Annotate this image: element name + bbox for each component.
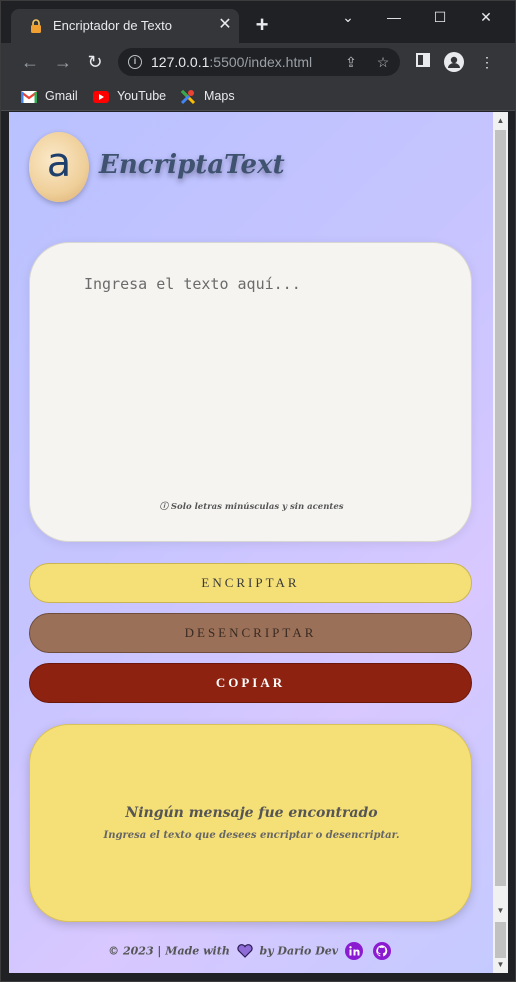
browser-window: Encriptador de Texto ✕ + ⌄ — ☐ ✕ ← → ↻ i… [0, 0, 516, 982]
bookmarks-bar: Gmail YouTube Maps [1, 81, 515, 111]
scroll-up-arrow-icon[interactable]: ▲ [496, 116, 505, 125]
lock-favicon-icon [31, 19, 41, 33]
input-hint: ⓘ Solo letras minúsculas y sin acentes [159, 502, 344, 512]
page-scrollbar[interactable]: ▲ ▼ ▼ [493, 112, 508, 973]
encrypt-button[interactable]: ENCRIPTAR [29, 563, 472, 603]
scrollbar-track-lower[interactable] [495, 922, 506, 958]
side-panel-icon[interactable] [413, 52, 433, 72]
back-arrow-icon[interactable]: ← [19, 51, 41, 73]
gmail-icon [21, 90, 37, 103]
site-info-icon[interactable]: i [128, 55, 142, 69]
bookmark-youtube[interactable]: YouTube [93, 87, 166, 105]
minimize-button[interactable]: — [371, 5, 417, 29]
address-bar[interactable]: i 127.0.0.1:5500/index.html ⇪ ☆ [118, 48, 400, 76]
share-icon[interactable]: ⇪ [342, 53, 360, 71]
linkedin-icon[interactable] [345, 942, 363, 960]
bookmark-maps[interactable]: Maps [180, 87, 235, 105]
youtube-icon [93, 90, 109, 103]
bookmark-gmail[interactable]: Gmail [21, 87, 78, 105]
logo-badge: a [29, 132, 89, 202]
copy-button[interactable]: COPIAR [29, 663, 472, 703]
tab-search-icon[interactable]: ⌄ [325, 5, 371, 29]
maps-icon [180, 89, 196, 104]
new-tab-button[interactable]: + [252, 14, 272, 36]
github-icon[interactable] [372, 942, 391, 960]
reload-icon[interactable]: ↻ [84, 51, 106, 73]
forward-arrow-icon[interactable]: → [52, 51, 74, 73]
input-card: ⓘ Solo letras minúsculas y sin acentes [29, 242, 472, 542]
close-window-button[interactable]: ✕ [463, 5, 509, 29]
page-viewport: a EncriptaText ⓘ Solo letras minúsculas … [9, 112, 493, 973]
menu-kebab-icon[interactable]: ⋮ [477, 52, 497, 72]
scroll-down-arrow-icon-2[interactable]: ▼ [496, 960, 505, 969]
close-tab-icon[interactable]: ✕ [216, 16, 234, 34]
footer-prefix: © 2023 | Made with [108, 944, 230, 958]
profile-avatar-icon[interactable] [444, 52, 464, 72]
tab-title: Encriptador de Texto [53, 18, 172, 33]
scrollbar-thumb[interactable] [495, 130, 506, 886]
footer-suffix: by Dario Dev [259, 944, 339, 958]
maximize-button[interactable]: ☐ [417, 5, 463, 29]
url-text: 127.0.0.1:5500/index.html [151, 54, 313, 70]
result-card: Ningún mensaje fue encontrado Ingresa el… [29, 724, 472, 922]
scroll-down-arrow-icon[interactable]: ▼ [496, 906, 505, 915]
browser-toolbar: ← → ↻ i 127.0.0.1:5500/index.html ⇪ ☆ ⋮ [1, 43, 515, 81]
footer: © 2023 | Made with by Dario Dev [9, 942, 493, 960]
decrypt-button[interactable]: DESENCRIPTAR [29, 613, 472, 653]
bookmark-star-icon[interactable]: ☆ [374, 53, 392, 71]
logo-letter: a [46, 140, 72, 186]
tab-strip: Encriptador de Texto ✕ + ⌄ — ☐ ✕ [1, 1, 515, 43]
result-title: Ningún mensaje fue encontrado [125, 805, 378, 821]
heart-icon [237, 944, 253, 958]
browser-tab[interactable]: Encriptador de Texto ✕ [11, 9, 239, 43]
text-input[interactable] [84, 275, 424, 475]
result-subtitle: Ingresa el texto que desees encriptar o … [103, 830, 400, 841]
brand-title: EncriptaText [99, 150, 285, 180]
